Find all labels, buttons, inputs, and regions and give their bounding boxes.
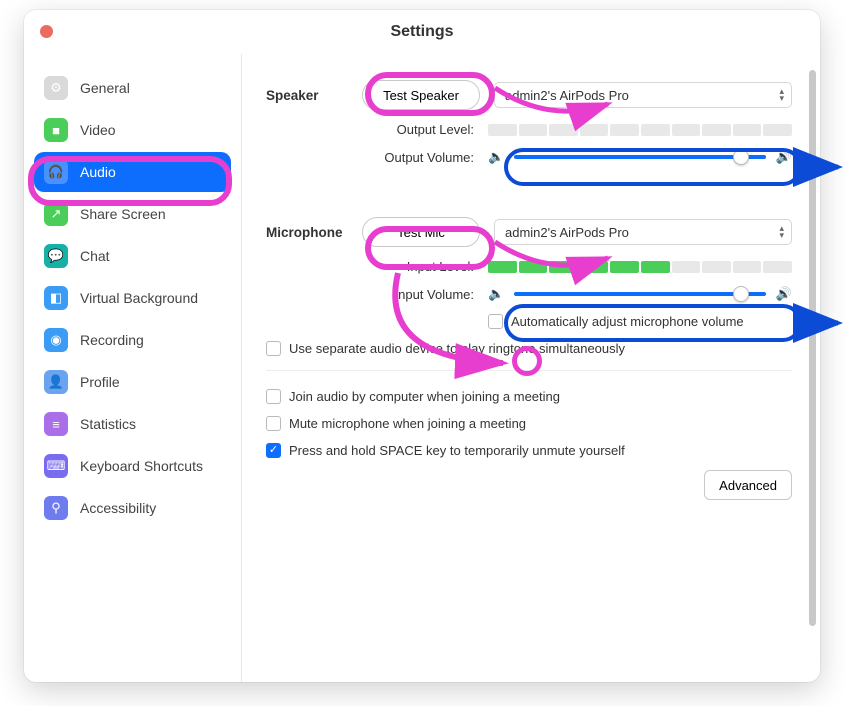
record-icon: ◉ [44,328,68,352]
level-segment [580,124,609,136]
sidebar-item-general[interactable]: ⚙ General [34,68,231,108]
accessibility-icon: ⚲ [44,496,68,520]
settings-window: Settings ⚙ General ■ Video 🎧 Audio ↗ Share Scre… [24,10,820,682]
level-segment [641,124,670,136]
sidebar-item-label: Keyboard Shortcuts [80,458,203,474]
sidebar-item-label: Video [80,122,116,138]
output-level-label: Output Level: [266,122,488,137]
sidebar-item-statistics[interactable]: ≡ Statistics [34,404,231,444]
volume-low-icon: 🔈 [488,286,504,302]
level-segment [672,124,701,136]
level-segment [641,261,670,273]
gear-icon: ⚙ [44,76,68,100]
separate-audio-device-label: Use separate audio device to play ringto… [289,341,625,356]
level-segment [763,124,792,136]
volume-low-icon: 🔈 [488,149,504,165]
level-segment [672,261,701,273]
level-segment [610,261,639,273]
scrollbar[interactable] [809,70,816,626]
auto-adjust-mic-checkbox[interactable] [488,314,503,329]
chevron-up-down-icon: ▴▾ [779,225,783,239]
output-volume-thumb[interactable] [733,149,749,165]
level-segment [519,261,548,273]
chevron-up-down-icon: ▴▾ [779,88,783,102]
sidebar: ⚙ General ■ Video 🎧 Audio ↗ Share Screen 💬 Chat ◧ V… [24,54,242,682]
sidebar-item-label: Recording [80,332,144,348]
window-title: Settings [390,23,453,40]
level-segment [519,124,548,136]
input-level-meter [488,261,792,273]
level-segment [549,124,578,136]
mute-on-join-label: Mute microphone when joining a meeting [289,416,526,431]
speaker-device-value: admin2's AirPods Pro [505,88,629,103]
level-segment [702,124,731,136]
speaker-section-label: Speaker [266,88,362,103]
sidebar-item-label: Virtual Background [80,290,198,306]
speaker-device-select[interactable]: admin2's AirPods Pro ▴▾ [494,82,792,108]
level-segment [610,124,639,136]
output-level-meter [488,124,792,136]
sidebar-item-label: Accessibility [80,500,156,516]
space-unmute-label: Press and hold SPACE key to temporarily … [289,443,625,458]
share-icon: ↗ [44,202,68,226]
sidebar-item-virtual-background[interactable]: ◧ Virtual Background [34,278,231,318]
input-volume-label: Input Volume: [266,287,488,302]
chat-icon: 💬 [44,244,68,268]
content-pane: Speaker Test Speaker admin2's AirPods Pr… [242,54,820,682]
sidebar-item-recording[interactable]: ◉ Recording [34,320,231,360]
level-segment [488,261,517,273]
join-audio-label: Join audio by computer when joining a me… [289,389,560,404]
volume-high-icon: 🔊 [776,286,792,302]
sidebar-item-label: Audio [80,164,116,180]
input-volume-slider[interactable] [514,292,766,296]
virtualbg-icon: ◧ [44,286,68,310]
sidebar-item-chat[interactable]: 💬 Chat [34,236,231,276]
stats-icon: ≡ [44,412,68,436]
divider [266,370,792,371]
level-segment [488,124,517,136]
sidebar-item-video[interactable]: ■ Video [34,110,231,150]
level-segment [580,261,609,273]
mute-on-join-checkbox[interactable] [266,416,281,431]
join-audio-checkbox[interactable] [266,389,281,404]
sidebar-item-label: Statistics [80,416,136,432]
volume-high-icon: 🔊 [776,149,792,165]
auto-adjust-mic-label: Automatically adjust microphone volume [511,314,744,329]
sidebar-item-share-screen[interactable]: ↗ Share Screen [34,194,231,234]
sidebar-item-accessibility[interactable]: ⚲ Accessibility [34,488,231,528]
level-segment [733,124,762,136]
output-volume-slider[interactable] [514,155,766,159]
level-segment [763,261,792,273]
level-segment [549,261,578,273]
mic-device-select[interactable]: admin2's AirPods Pro ▴▾ [494,219,792,245]
advanced-button[interactable]: Advanced [704,470,792,500]
sidebar-item-label: Chat [80,248,110,264]
level-segment [702,261,731,273]
input-volume-thumb[interactable] [733,286,749,302]
output-volume-label: Output Volume: [266,150,488,165]
profile-icon: 👤 [44,370,68,394]
mic-device-value: admin2's AirPods Pro [505,225,629,240]
level-segment [733,261,762,273]
sidebar-item-label: Profile [80,374,120,390]
headphones-icon: 🎧 [44,160,68,184]
sidebar-item-audio[interactable]: 🎧 Audio [34,152,231,192]
video-icon: ■ [44,118,68,142]
titlebar: Settings [24,10,820,54]
sidebar-item-label: General [80,80,130,96]
space-unmute-checkbox[interactable]: ✓ [266,443,281,458]
input-level-label: Input Level: [266,259,488,274]
close-window-button[interactable] [40,25,53,38]
test-mic-button[interactable]: Test Mic [362,217,480,247]
sidebar-item-label: Share Screen [80,206,166,222]
mic-section-label: Microphone [266,225,362,240]
test-speaker-button[interactable]: Test Speaker [362,80,480,110]
sidebar-item-profile[interactable]: 👤 Profile [34,362,231,402]
sidebar-item-keyboard-shortcuts[interactable]: ⌨ Keyboard Shortcuts [34,446,231,486]
separate-audio-device-checkbox[interactable] [266,341,281,356]
keyboard-icon: ⌨ [44,454,68,478]
